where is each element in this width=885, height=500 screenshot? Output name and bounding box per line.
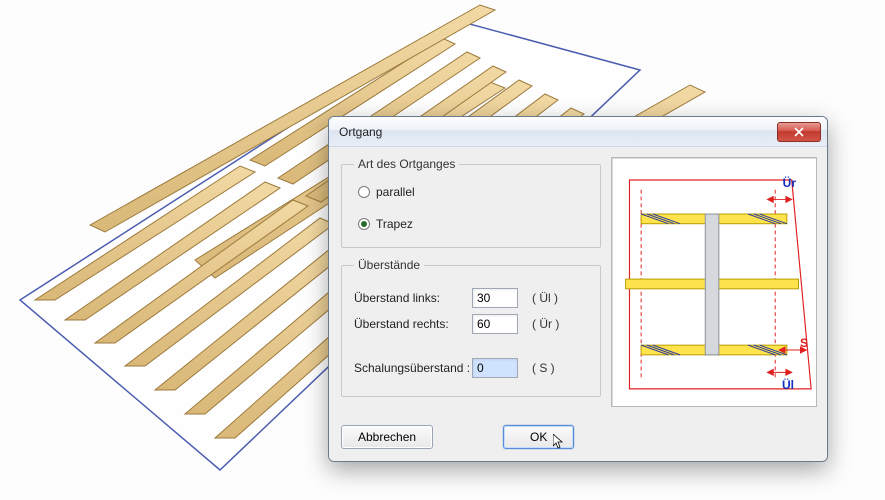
- radio-trapez-label: Trapez: [376, 217, 413, 231]
- label-ueberstand-links: Überstand links:: [354, 291, 472, 305]
- diagram-panel: Ür S Ül: [611, 157, 817, 407]
- radio-trapez-row[interactable]: Trapez: [358, 217, 588, 231]
- radio-parallel-label: parallel: [376, 185, 415, 199]
- ann-ur: ( Ür ): [532, 317, 559, 331]
- dialog-title: Ortgang: [339, 125, 777, 139]
- radio-parallel[interactable]: [358, 186, 370, 198]
- row-ueberstand-links: Überstand links: ( Ül ): [354, 288, 588, 308]
- diagram-svg: [612, 158, 816, 406]
- row-schalungsueberstand: Schalungsüberstand : ( S ): [354, 358, 588, 378]
- diagram-label-s: S: [800, 336, 808, 350]
- group-ueberstaende: Überstände Überstand links: ( Ül ) Übers…: [341, 258, 601, 397]
- ok-button[interactable]: OK: [503, 425, 574, 449]
- button-row: Abbrechen OK: [329, 417, 827, 461]
- ortgang-dialog: Ortgang Art des Ortganges parallel Trape…: [328, 116, 828, 462]
- group-art-des-ortganges: Art des Ortganges parallel Trapez: [341, 157, 601, 248]
- cancel-button[interactable]: Abbrechen: [341, 425, 433, 449]
- ann-ul: ( Ül ): [532, 291, 558, 305]
- titlebar[interactable]: Ortgang: [329, 117, 827, 147]
- label-schalungsueberstand: Schalungsüberstand :: [354, 361, 472, 375]
- input-ueberstand-links[interactable]: [472, 288, 518, 308]
- diagram-label-ul: Ül: [782, 378, 794, 392]
- ann-s: ( S ): [532, 361, 555, 375]
- group-ueberstaende-legend: Überstände: [354, 258, 424, 272]
- diagram-label-ur: Ür: [783, 176, 796, 190]
- input-schalungsueberstand[interactable]: [472, 358, 518, 378]
- close-icon: [794, 127, 804, 137]
- input-ueberstand-rechts[interactable]: [472, 314, 518, 334]
- ok-button-label: OK: [530, 430, 547, 444]
- label-ueberstand-rechts: Überstand rechts:: [354, 317, 472, 331]
- group-art-legend: Art des Ortganges: [354, 157, 459, 171]
- close-button[interactable]: [777, 122, 821, 142]
- radio-parallel-row[interactable]: parallel: [358, 185, 588, 199]
- row-ueberstand-rechts: Überstand rechts: ( Ür ): [354, 314, 588, 334]
- radio-trapez[interactable]: [358, 218, 370, 230]
- cursor-icon: [553, 434, 565, 450]
